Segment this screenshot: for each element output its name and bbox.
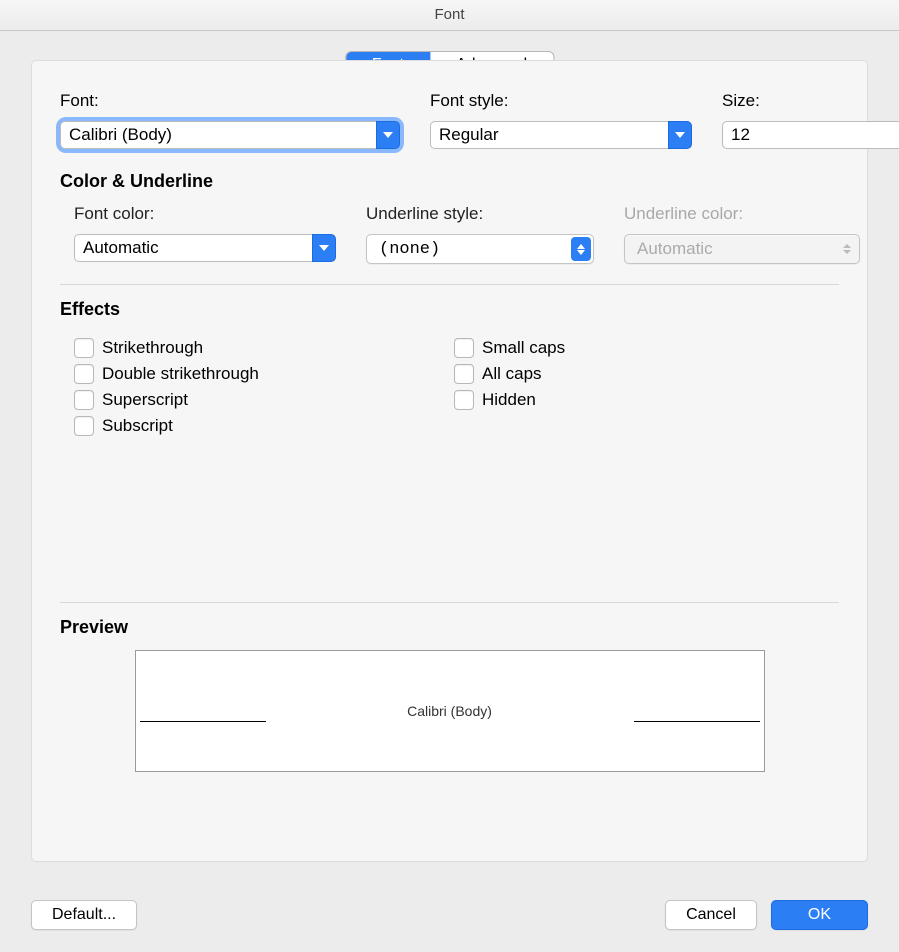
- font-panel: Font: Font style: Size:: [31, 60, 868, 862]
- checkbox-small-caps[interactable]: Small caps: [454, 338, 839, 358]
- checkbox-label: All caps: [482, 364, 542, 384]
- checkbox-strikethrough[interactable]: Strikethrough: [74, 338, 454, 358]
- size-combobox[interactable]: [722, 121, 899, 149]
- updown-icon[interactable]: [571, 237, 591, 261]
- preview-heading: Preview: [60, 617, 839, 638]
- font-label: Font:: [60, 91, 400, 111]
- underline-style-label: Underline style:: [366, 204, 594, 224]
- preview-rule-right: [634, 721, 760, 722]
- font-color-popup[interactable]: [74, 234, 336, 262]
- ok-button[interactable]: OK: [771, 900, 868, 930]
- underline-style-popup[interactable]: (none): [366, 234, 594, 264]
- font-style-input[interactable]: [430, 121, 668, 149]
- effects-heading: Effects: [60, 299, 839, 320]
- checkbox-label: Strikethrough: [102, 338, 203, 358]
- font-style-label: Font style:: [430, 91, 692, 111]
- font-color-label: Font color:: [74, 204, 336, 224]
- updown-icon: [843, 244, 851, 254]
- cancel-button[interactable]: Cancel: [665, 900, 757, 930]
- chevron-down-icon[interactable]: [376, 121, 400, 149]
- checkbox-superscript[interactable]: Superscript: [74, 390, 454, 410]
- checkbox-box[interactable]: [454, 390, 474, 410]
- checkbox-box[interactable]: [454, 338, 474, 358]
- preview-sample: Calibri (Body): [407, 703, 492, 719]
- font-style-combobox[interactable]: [430, 121, 692, 149]
- font-combobox[interactable]: [60, 121, 400, 149]
- default-button[interactable]: Default...: [31, 900, 137, 930]
- size-label: Size:: [722, 91, 899, 111]
- checkbox-label: Double strikethrough: [102, 364, 259, 384]
- font-basic-row: Font: Font style: Size:: [60, 91, 839, 149]
- checkbox-all-caps[interactable]: All caps: [454, 364, 839, 384]
- chevron-down-icon[interactable]: [668, 121, 692, 149]
- checkbox-box[interactable]: [454, 364, 474, 384]
- effects-grid: Strikethrough Double strikethrough Super…: [74, 332, 839, 442]
- window-title: Font: [434, 6, 464, 23]
- color-underline-heading: Color & Underline: [60, 171, 839, 192]
- underline-style-value: (none): [379, 240, 440, 259]
- underline-color-label: Underline color:: [624, 204, 860, 224]
- preview-rule-left: [140, 721, 266, 722]
- window-titlebar: Font: [0, 0, 899, 31]
- checkbox-box[interactable]: [74, 390, 94, 410]
- checkbox-label: Hidden: [482, 390, 536, 410]
- separator: [60, 602, 839, 603]
- chevron-down-icon[interactable]: [312, 234, 336, 262]
- checkbox-box[interactable]: [74, 364, 94, 384]
- color-underline-row: Font color: Underline style: (none) Unde…: [74, 204, 839, 264]
- checkbox-box[interactable]: [74, 416, 94, 436]
- checkbox-double-strikethrough[interactable]: Double strikethrough: [74, 364, 454, 384]
- font-color-value[interactable]: [74, 234, 312, 262]
- size-input[interactable]: [722, 121, 899, 149]
- separator: [60, 284, 839, 285]
- underline-color-popup: Automatic: [624, 234, 860, 264]
- font-input[interactable]: [60, 121, 376, 149]
- dialog-footer: Default... Cancel OK: [31, 900, 868, 930]
- checkbox-subscript[interactable]: Subscript: [74, 416, 454, 436]
- checkbox-hidden[interactable]: Hidden: [454, 390, 839, 410]
- preview-box: Calibri (Body): [135, 650, 765, 772]
- checkbox-box[interactable]: [74, 338, 94, 358]
- underline-color-value: Automatic: [637, 239, 713, 259]
- checkbox-label: Superscript: [102, 390, 188, 410]
- checkbox-label: Small caps: [482, 338, 565, 358]
- checkbox-label: Subscript: [102, 416, 173, 436]
